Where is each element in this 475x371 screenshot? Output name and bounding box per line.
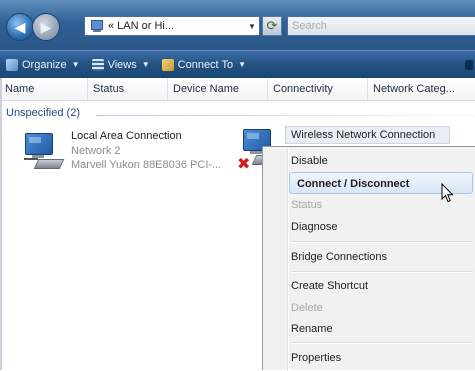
- chevron-down-icon: ▼: [71, 60, 80, 69]
- address-field[interactable]: « LAN or Hi... ▼: [84, 16, 260, 36]
- help-icon[interactable]: [465, 59, 473, 70]
- lan-connection-name[interactable]: Local Area Connection: [71, 130, 182, 142]
- menu-item-properties[interactable]: Properties: [291, 347, 341, 369]
- chevron-down-icon: ▼: [141, 60, 150, 69]
- forward-button[interactable]: ▶: [32, 13, 60, 41]
- group-header[interactable]: Unspecified (2): [6, 107, 80, 119]
- connect-to-button[interactable]: Connect To ▼: [156, 51, 252, 78]
- column-header-network-category[interactable]: Network Categ...: [368, 78, 475, 100]
- address-path: « LAN or Hi...: [108, 20, 175, 32]
- left-pane-edge: [0, 78, 2, 370]
- address-bar: ◀ ▶ « LAN or Hi... ▼ ⟳ Search: [0, 0, 475, 50]
- address-dropdown-icon[interactable]: ▼: [245, 22, 259, 31]
- menu-separator: [291, 271, 473, 273]
- back-arrow-icon: ◀: [14, 18, 26, 35]
- chevron-down-icon: ▼: [238, 60, 247, 69]
- menu-separator: [291, 342, 473, 344]
- organize-label: Organize: [22, 58, 67, 71]
- menu-item-bridge-connections[interactable]: Bridge Connections: [291, 246, 387, 268]
- disconnected-x-icon: ✖: [237, 156, 251, 173]
- connect-to-icon: [161, 58, 174, 71]
- wireless-connection-name[interactable]: Wireless Network Connection: [285, 126, 450, 144]
- column-headers: Name Status Device Name Connectivity Net…: [0, 78, 475, 101]
- menu-item-rename[interactable]: Rename: [291, 318, 333, 340]
- network-folder-icon: [90, 19, 104, 33]
- mouse-cursor-icon: [441, 183, 454, 203]
- forward-arrow-icon: ▶: [40, 18, 52, 35]
- command-bar: Organize ▼ Views ▼ Connect To ▼: [0, 50, 475, 78]
- connect-to-label: Connect To: [177, 58, 234, 71]
- menu-item-create-shortcut[interactable]: Create Shortcut: [291, 275, 368, 297]
- lan-connection-device: Marvell Yukon 88E8036 PCI-...: [71, 159, 222, 171]
- views-icon: [91, 58, 104, 71]
- lan-connection-status: Network 2: [71, 145, 121, 157]
- column-header-device-name[interactable]: Device Name: [168, 78, 268, 100]
- menu-separator: [291, 241, 473, 243]
- back-button[interactable]: ◀: [6, 13, 34, 41]
- column-header-status[interactable]: Status: [88, 78, 168, 100]
- organize-icon: [6, 58, 18, 71]
- views-label: Views: [107, 58, 137, 71]
- menu-item-status: Status: [291, 199, 323, 211]
- menu-item-disable[interactable]: Disable: [291, 150, 328, 172]
- views-button[interactable]: Views ▼: [86, 51, 156, 78]
- context-menu: Disable Connect / Disconnect Status Diag…: [262, 146, 475, 371]
- refresh-button[interactable]: ⟳: [262, 16, 282, 36]
- group-divider: [96, 115, 475, 116]
- lan-adapter-icon[interactable]: [22, 131, 65, 171]
- menu-item-delete: Delete: [291, 302, 323, 314]
- refresh-icon: ⟳: [266, 18, 278, 33]
- menu-item-diagnose[interactable]: Diagnose: [291, 216, 337, 238]
- column-header-name[interactable]: Name: [0, 78, 88, 100]
- column-header-connectivity[interactable]: Connectivity: [268, 78, 368, 100]
- search-input[interactable]: Search: [287, 16, 475, 36]
- organize-button[interactable]: Organize ▼: [0, 51, 86, 78]
